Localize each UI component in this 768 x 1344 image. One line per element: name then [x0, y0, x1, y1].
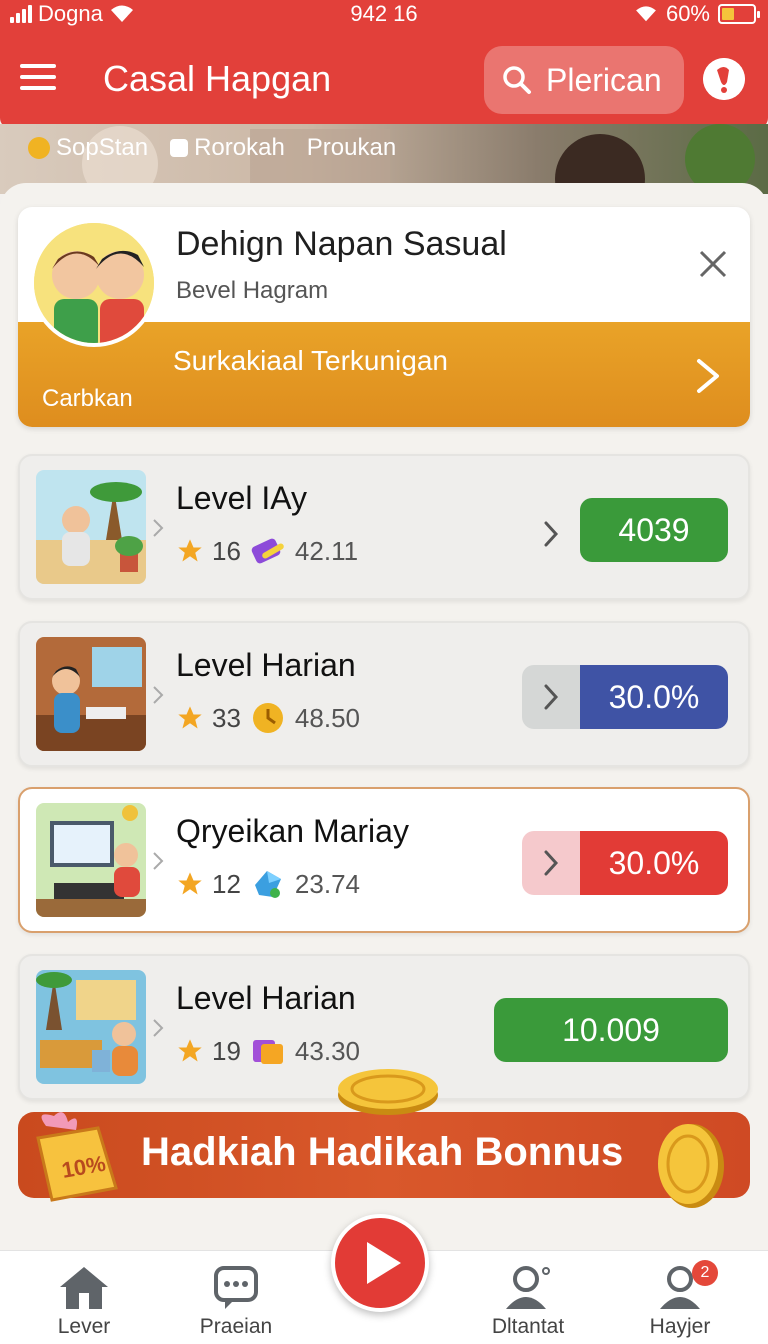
level-meta: 33 48.50 [176, 701, 360, 735]
level-value: 30.0% [580, 831, 728, 895]
level-value: 4039 [580, 498, 728, 562]
gold-coin-icon [658, 1124, 724, 1208]
level-thumbnail [36, 803, 146, 917]
chat-icon [214, 1266, 258, 1309]
bonus-banner[interactable]: Hadkiah Hadikah Bonnus [18, 1112, 750, 1198]
promo-title: Dehign Napan Sasual [176, 225, 507, 263]
star-count: 12 [212, 868, 241, 899]
nav-item-hayjer[interactable]: Hayjer [620, 1265, 740, 1339]
nav-item-dltantat[interactable]: Dltantat [468, 1265, 588, 1339]
close-icon[interactable] [696, 247, 730, 281]
level-meta: 12 23.74 [176, 867, 360, 901]
level-meta: 19 43.30 [176, 1034, 360, 1068]
gem-icon [251, 538, 284, 564]
bonus-text: Hadkiah Hadikah Bonnus [141, 1130, 624, 1174]
level-value: 30.0% [580, 665, 728, 729]
promo-card[interactable]: Dehign Napan Sasual Bevel Hagram Surkaki… [18, 207, 750, 427]
nav-label: Lever [57, 1315, 111, 1338]
chip-rorokah[interactable]: Rorokah [170, 134, 285, 162]
crystal-icon [254, 871, 281, 898]
level-value: 10.009 [494, 998, 728, 1062]
search-button[interactable]: Plerican [484, 46, 684, 114]
chevron-right-icon [544, 521, 559, 547]
level-value-button[interactable]: 4039 [580, 498, 728, 562]
chevron-right-icon [522, 831, 580, 895]
level-score: 48.50 [294, 702, 360, 733]
star-icon [178, 539, 202, 562]
search-icon [503, 66, 531, 94]
user-icon [506, 1266, 550, 1309]
home-icon [60, 1267, 108, 1309]
level-title: Qryeikan Mariay [176, 813, 409, 849]
promo-small-label: Carbkan [42, 385, 133, 412]
level-score: 42.11 [294, 535, 359, 566]
chip-sopstan[interactable]: SopStan [28, 134, 148, 162]
level-card[interactable]: Level Harian 33 48.50 30.0% [18, 621, 750, 767]
level-title: Level Harian [176, 980, 356, 1016]
box-icon [252, 1040, 283, 1064]
discount-tag-icon: 10% [36, 1112, 118, 1202]
clock-coin-icon [252, 703, 283, 733]
star-count: 33 [212, 702, 241, 733]
level-thumbnail [36, 470, 146, 584]
level-value-button[interactable]: 30.0% [522, 665, 728, 729]
square-icon [170, 139, 189, 157]
play-icon [367, 1242, 401, 1284]
chevron-right-icon [153, 686, 164, 704]
avatar [30, 219, 158, 347]
level-score: 23.74 [294, 868, 360, 899]
star-count: 19 [212, 1035, 241, 1066]
menu-icon[interactable] [20, 64, 56, 94]
level-title: Level Harian [176, 647, 356, 683]
level-meta: 16 42.11 [176, 534, 358, 568]
notification-badge: 2 [692, 1260, 718, 1286]
level-score: 43.30 [294, 1035, 360, 1066]
level-card[interactable]: Level IAy 16 42.11 4039 [18, 454, 750, 600]
gold-coin-icon [338, 1069, 438, 1115]
chevron-right-icon [153, 852, 164, 870]
chevron-right-icon[interactable] [693, 357, 723, 395]
star-icon [178, 1039, 202, 1062]
coin-icon [28, 137, 50, 159]
play-button[interactable] [331, 1214, 429, 1312]
level-thumbnail [36, 970, 146, 1084]
nav-label: Praeian [199, 1315, 273, 1338]
battery-percent: 60% [665, 1, 710, 26]
notification-icon[interactable] [703, 58, 745, 100]
category-chips: SopStan Rorokah Proukan [28, 134, 396, 162]
search-label: Plerican [546, 61, 662, 98]
page-title: Casal Hapgan [103, 58, 332, 99]
star-count: 16 [212, 535, 241, 566]
chip-proukan[interactable]: Proukan [307, 134, 396, 162]
level-title: Level IAy [176, 480, 308, 516]
promo-subtitle: Bevel Hagram [176, 277, 329, 304]
nav-label: Dltantat [491, 1315, 565, 1338]
battery-icon [718, 4, 760, 24]
level-value-button[interactable]: 10.009 [494, 998, 728, 1062]
status-bar: Dogna 942 16 60% [0, 0, 768, 30]
nav-item-praeian[interactable]: Praeian [176, 1265, 296, 1339]
promo-cta-label: Surkakiaal Terkunigan [173, 345, 448, 376]
chevron-right-icon [153, 1019, 164, 1037]
level-value-button[interactable]: 30.0% [522, 831, 728, 895]
level-card-selected[interactable]: Qryeikan Mariay 12 23.74 30.0% [18, 787, 750, 933]
level-thumbnail [36, 637, 146, 751]
app-header: Dogna 942 16 60% Casal Hapgan Plerican [0, 0, 768, 128]
chevron-right-icon [522, 665, 580, 729]
star-icon [178, 706, 202, 729]
star-icon [178, 872, 202, 895]
nav-label: Hayjer [649, 1315, 711, 1338]
wifi-icon [636, 6, 656, 22]
nav-item-lever[interactable]: Lever [24, 1265, 144, 1339]
chevron-right-icon [153, 519, 164, 537]
